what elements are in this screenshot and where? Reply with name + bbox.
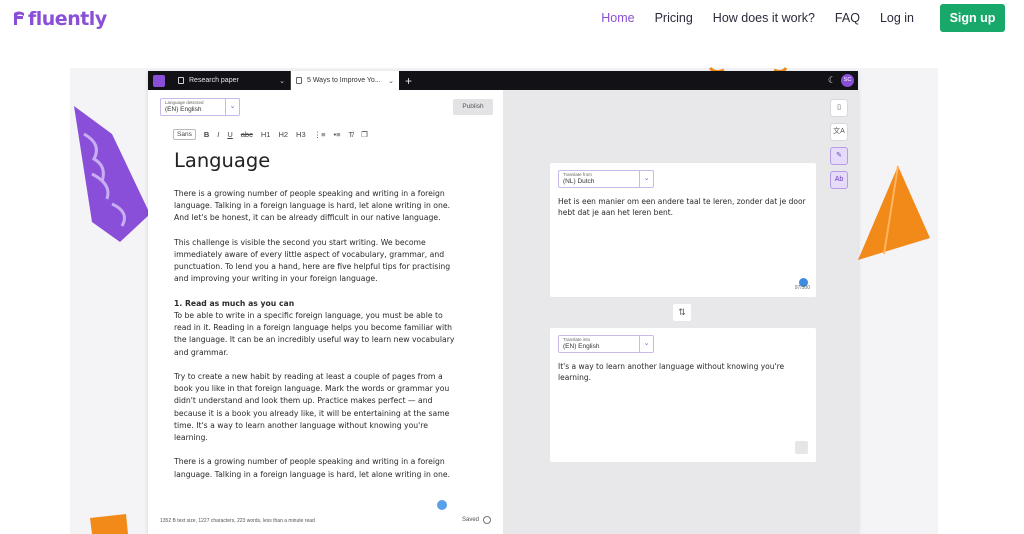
swap-languages-button[interactable]: ⇅ — [673, 304, 691, 321]
logo-text: fluently — [28, 8, 107, 30]
document-icon — [178, 77, 184, 84]
grammar-check-icon[interactable] — [437, 500, 447, 510]
language-label: Language detected — [165, 100, 204, 105]
side-toolbar: ▯ 文A ✎ Ab — [830, 99, 848, 189]
strikethrough-button[interactable]: abc — [241, 130, 253, 139]
chevron-down-icon[interactable]: ⌄ — [639, 336, 653, 352]
heading2-button[interactable]: H2 — [278, 130, 288, 139]
saved-label: Saved — [461, 517, 479, 523]
translate-into-value: (EN) English — [563, 343, 600, 350]
top-navigation: fluently Home Pricing How does it work? … — [0, 0, 1024, 36]
logo-mark-icon — [14, 11, 24, 25]
document-stats: 1352 B text size, 1227 characters, 223 w… — [160, 518, 315, 524]
copy-icon[interactable] — [795, 441, 808, 454]
clear-format-icon[interactable]: T̸ — [349, 130, 354, 139]
nav-link-faq[interactable]: FAQ — [835, 11, 860, 25]
nav-link-pricing[interactable]: Pricing — [655, 11, 693, 25]
paragraph: There is a growing number of people spea… — [174, 189, 451, 223]
moon-icon[interactable]: ☾ — [828, 75, 836, 86]
paragraph: This challenge is visible the second you… — [174, 237, 451, 284]
add-tab-button[interactable]: + — [405, 74, 412, 88]
document-heading: Language — [174, 149, 271, 172]
language-value: (EN) English — [165, 106, 202, 113]
bold-button[interactable]: B — [204, 130, 209, 139]
translate-into-label: Translate into — [563, 337, 591, 342]
paragraph: There is a growing number of people spea… — [174, 457, 451, 479]
tab-5-ways[interactable]: 5 Ways to Improve Yo... ⌄ — [290, 71, 399, 90]
underline-button[interactable]: U — [227, 130, 232, 139]
paragraph: To be able to write in a specific foreig… — [174, 311, 455, 357]
nav-links: Home Pricing How does it work? FAQ Log i… — [581, 11, 914, 25]
nav-link-home[interactable]: Home — [601, 11, 634, 25]
landing-page: fluently Home Pricing How does it work? … — [0, 0, 1024, 534]
document-icon[interactable]: ▯ — [830, 99, 848, 117]
heading1-button[interactable]: H1 — [261, 130, 271, 139]
app-logo-icon[interactable] — [153, 74, 165, 87]
translated-text: It's a way to learn another language wit… — [558, 362, 785, 382]
nav-link-login[interactable]: Log in — [880, 11, 914, 25]
spellcheck-icon[interactable]: Ab — [830, 171, 848, 189]
translate-from-card: Translate from (NL) Dutch ⌄ Het is een m… — [550, 163, 816, 297]
fluently-logo[interactable]: fluently — [12, 8, 107, 30]
orange-triangle-decoration — [858, 165, 930, 260]
orange-corner-decoration — [90, 514, 128, 534]
italic-button[interactable]: I — [217, 130, 219, 139]
copy-icon[interactable]: ❐ — [361, 130, 368, 139]
font-select[interactable]: Sans — [173, 129, 196, 140]
translate-into-select[interactable]: Translate into (EN) English ⌄ — [558, 335, 654, 353]
saved-indicator: Saved — [462, 516, 491, 524]
format-toolbar: Sans B I U abc H1 H2 H3 ⋮≡ •≡ T̸ ❐ — [173, 129, 368, 140]
quality-score: 97/100 — [794, 285, 810, 291]
publish-button[interactable]: Publish — [453, 99, 493, 115]
chevron-down-icon[interactable]: ⌄ — [388, 77, 394, 85]
document-body[interactable]: Language There is a growing number of pe… — [174, 150, 459, 481]
chevron-down-icon[interactable]: ⌄ — [279, 77, 285, 85]
chevron-down-icon[interactable]: ⌄ — [639, 171, 653, 187]
tab-bar: Research paper ⌄ 5 Ways to Improve Yo...… — [148, 71, 858, 90]
source-text[interactable]: Het is een manier om een andere taal te … — [558, 197, 808, 218]
signup-button[interactable]: Sign up — [940, 4, 1005, 32]
section-heading: 1. Read as much as you can — [174, 298, 295, 308]
chevron-down-icon[interactable]: ⌄ — [225, 99, 239, 115]
app-window: Research paper ⌄ 5 Ways to Improve Yo...… — [148, 71, 858, 534]
paragraph: Try to create a new habit by reading at … — [174, 372, 450, 443]
heading3-button[interactable]: H3 — [296, 130, 306, 139]
translate-from-select[interactable]: Translate from (NL) Dutch ⌄ — [558, 170, 654, 188]
tab-label: 5 Ways to Improve Yo... — [307, 77, 381, 84]
translate-into-card: Translate into (EN) English ⌄ It's a way… — [550, 328, 816, 462]
translate-from-value: (NL) Dutch — [563, 178, 595, 185]
document-icon — [296, 77, 302, 84]
avatar[interactable]: SC — [841, 74, 854, 87]
editor-pane: Language detected (EN) English ⌄ Publish… — [148, 90, 503, 534]
tab-label: Research paper — [189, 77, 239, 84]
rephrase-icon[interactable]: ✎ — [830, 147, 848, 165]
tab-research-paper[interactable]: Research paper ⌄ — [173, 71, 290, 90]
nav-link-how-it-works[interactable]: How does it work? — [713, 11, 815, 25]
bullet-list-icon[interactable]: •≡ — [334, 130, 341, 139]
translation-pane: ▯ 文A ✎ Ab Translate from (NL) Dutch ⌄ He… — [503, 90, 858, 534]
saved-icon — [483, 516, 491, 524]
translate-icon[interactable]: 文A — [830, 123, 848, 141]
translate-from-label: Translate from — [563, 172, 592, 177]
language-detected-select[interactable]: Language detected (EN) English ⌄ — [160, 98, 240, 116]
ordered-list-icon[interactable]: ⋮≡ — [314, 130, 326, 139]
purple-wave-decoration — [74, 106, 150, 242]
